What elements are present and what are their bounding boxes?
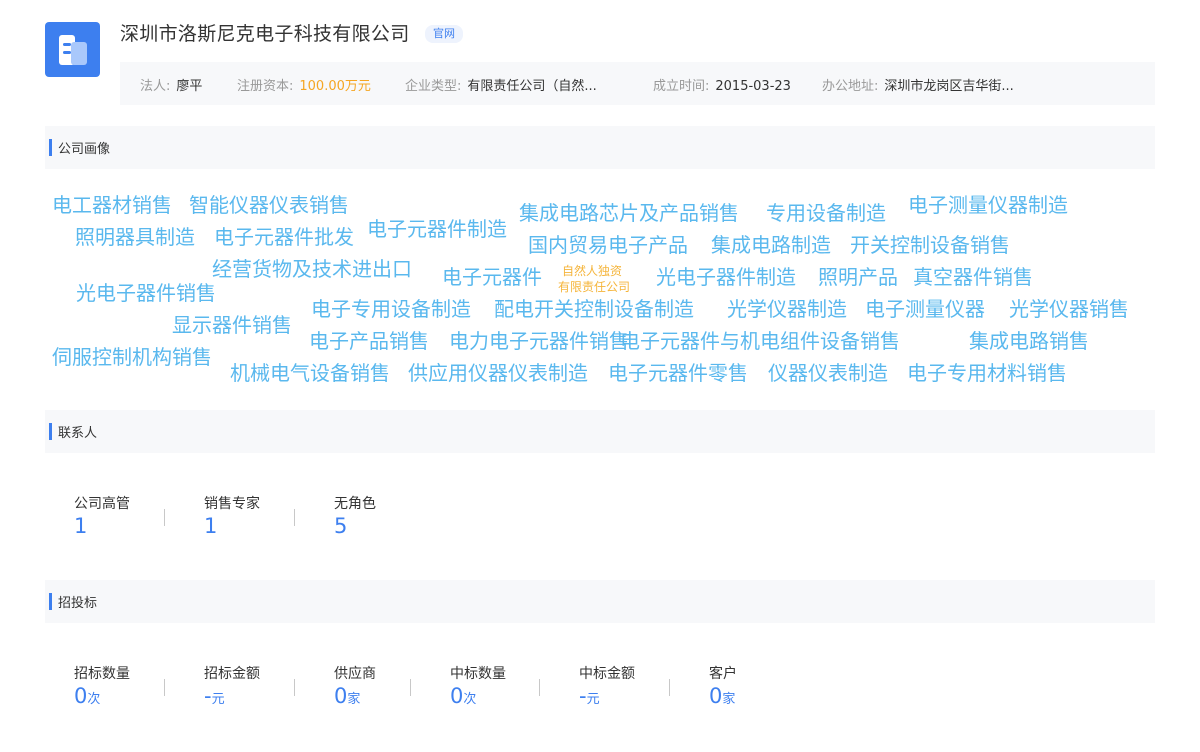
bid-stat-suppliers[interactable]: 供应商 0家 [334,663,376,712]
tag: 电工器材销售 [52,193,172,217]
tag: 仪器仪表制造 [768,361,888,385]
section-title: 联系人 [58,426,98,441]
tag: 专用设备制造 [766,201,886,225]
stat-value: 5 [334,514,348,538]
divider [164,679,165,696]
contact-stat-no-role[interactable]: 无角色 5 [334,493,376,538]
stat-label: 无角色 [334,496,376,512]
tag: 光电子器件销售 [76,281,216,305]
divider [294,679,295,696]
tag: 电子测量仪器制造 [908,193,1068,217]
section-title: 招投标 [58,596,98,611]
legal-rep: 法人: 廖平 [140,79,203,94]
tag: 国内贸易电子产品 [528,233,688,257]
tag: 照明产品 [818,265,898,289]
divider [539,679,540,696]
section-title: 公司画像 [58,142,111,157]
tag: 光电子器件制造 [656,265,796,289]
tag: 电子元器件零售 [608,361,748,385]
section-profile: 公司画像 [45,126,1155,169]
divider [294,509,295,526]
stat-label: 销售专家 [204,496,260,512]
bid-stat-win-amount[interactable]: 中标金额 -元 [579,663,635,712]
tag: 显示器件销售 [172,313,292,337]
section-bidding: 招投标 [45,580,1155,623]
divider [669,679,670,696]
tag: 真空器件销售 [913,265,1033,289]
stat-label: 公司高管 [74,496,130,512]
tag: 集成电路销售 [969,329,1089,353]
official-website-badge[interactable]: 官网 [425,25,463,43]
tag: 电子专用材料销售 [907,361,1067,385]
tag: 电子元器件 [442,265,542,289]
tag: 开关控制设备销售 [850,233,1010,257]
tag-small: 有限责任公司 [558,280,631,294]
tag: 智能仪器仪表销售 [189,193,349,217]
bid-stat-tender-count[interactable]: 招标数量 0次 [74,663,130,712]
bid-stat-tender-amount[interactable]: 招标金额 -元 [204,663,260,712]
tag: 配电开关控制设备制造 [494,297,694,321]
bid-stat-win-count[interactable]: 中标数量 0次 [450,663,506,712]
company-name: 深圳市洛斯尼克电子科技有限公司 [120,23,410,45]
tag: 光学仪器制造 [727,297,847,321]
registered-capital: 注册资本: 100.00万元 [237,79,371,94]
company-type: 企业类型: 有限责任公司（自然... [405,79,597,94]
tag: 机械电气设备销售 [230,361,390,385]
tag: 经营货物及技术进出口 [212,257,412,281]
tag: 集成电路制造 [711,233,831,257]
stat-value: 1 [74,514,88,538]
company-info-bar: 法人: 廖平 注册资本: 100.00万元 企业类型: 有限责任公司（自然... 成立… [120,62,1155,105]
founded-date: 成立时间: 2015-03-23 [653,79,791,94]
tag: 供应用仪器仪表制造 [408,361,588,385]
tag: 电子测量仪器 [865,297,985,321]
office-address: 办公地址: 深圳市龙岗区吉华街... [822,79,1014,94]
company-logo [45,22,100,77]
building-icon [59,35,87,65]
tag: 电子元器件批发 [214,225,354,249]
tag-small: 自然人独资 [562,264,623,278]
bid-stat-customers[interactable]: 客户 0家 [709,663,737,712]
divider [164,509,165,526]
contact-stat-executives[interactable]: 公司高管 1 [74,493,130,538]
stat-value: 1 [204,514,218,538]
tag: 集成电路芯片及产品销售 [519,201,739,225]
tag: 伺服控制机构销售 [52,345,212,369]
tag: 电子元器件制造 [367,217,507,241]
tag: 光学仪器销售 [1009,297,1129,321]
tag: 电子元器件与机电组件设备销售 [620,329,900,353]
tag: 电子产品销售 [309,329,429,353]
contact-stat-sales-experts[interactable]: 销售专家 1 [204,493,260,538]
tag: 电力电子元器件销售 [449,329,629,353]
tag: 照明器具制造 [75,225,195,249]
divider [410,679,411,696]
tag: 电子专用设备制造 [311,297,471,321]
section-contacts: 联系人 [45,410,1155,453]
